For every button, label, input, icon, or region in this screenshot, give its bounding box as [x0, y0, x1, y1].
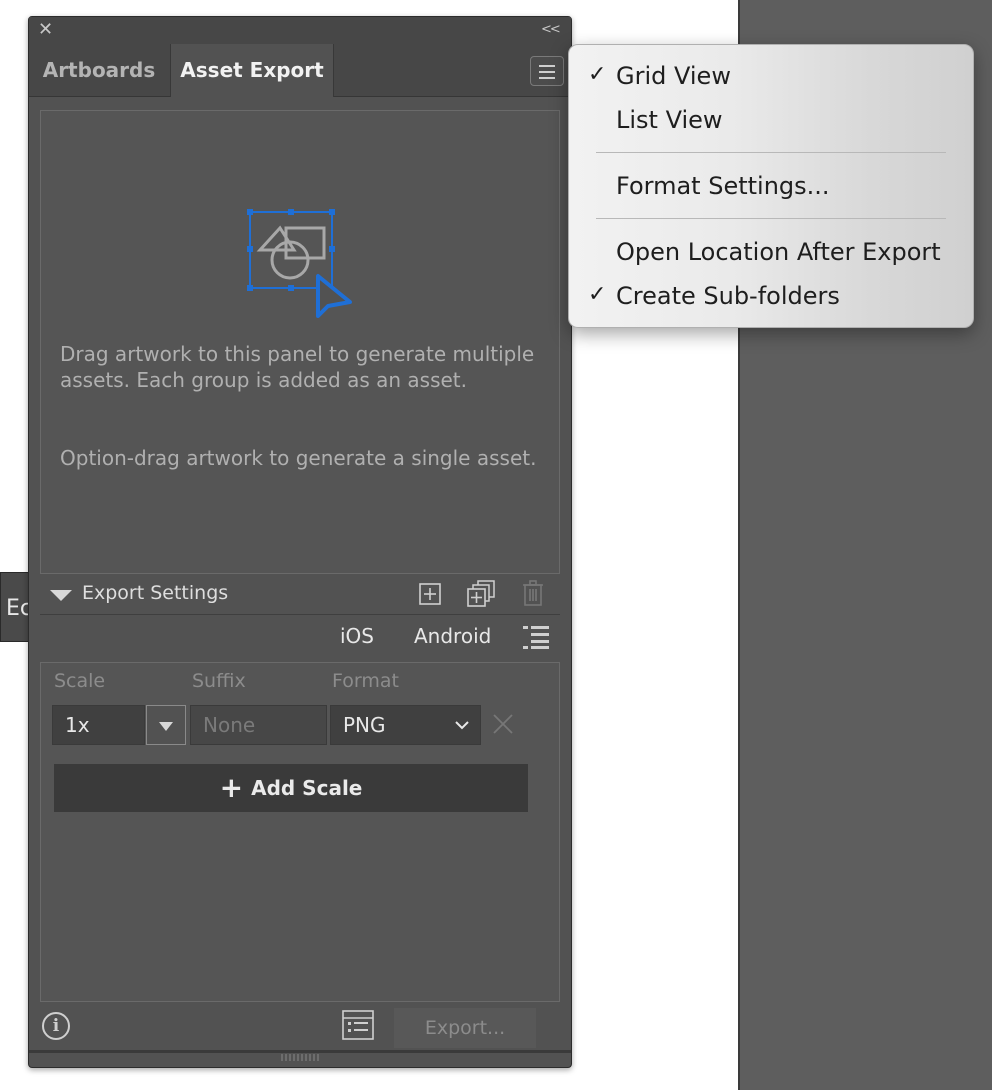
export-for-screens-icon[interactable]: [342, 1010, 374, 1040]
resize-grip-icon[interactable]: [280, 1052, 320, 1062]
format-select[interactable]: PNG: [330, 705, 481, 745]
menu-item-list-view[interactable]: List View: [616, 106, 723, 134]
add-multiple-assets-icon[interactable]: [466, 580, 496, 608]
trash-icon[interactable]: [522, 580, 544, 606]
chevron-down-icon: [455, 721, 469, 730]
checkmark-icon: ✓: [588, 62, 607, 87]
menu-separator: [596, 218, 946, 219]
scale-dropdown-button[interactable]: [146, 705, 186, 745]
close-icon[interactable]: ✕: [38, 20, 53, 40]
suffix-input[interactable]: None: [190, 705, 327, 745]
suffix-column-label: Suffix: [192, 670, 246, 692]
tab-artboards[interactable]: Artboards: [30, 44, 168, 97]
export-settings-label: Export Settings: [82, 582, 229, 604]
divider: [40, 614, 560, 615]
collapse-panel-icon[interactable]: <<: [541, 22, 561, 37]
drag-artwork-icon: [247, 209, 352, 318]
plus-icon: +: [219, 771, 244, 804]
format-column-label: Format: [332, 670, 399, 692]
checkmark-icon: ✓: [588, 282, 607, 307]
menu-item-create-subfolders[interactable]: Create Sub-folders: [616, 282, 840, 310]
drop-instructions-single: Option-drag artwork to generate a single…: [60, 446, 537, 470]
drop-instructions-multiple: Drag artwork to this panel to generate m…: [60, 342, 535, 392]
info-icon[interactable]: i: [42, 1012, 70, 1040]
disclosure-triangle-icon[interactable]: [50, 590, 72, 601]
menu-item-format-settings[interactable]: Format Settings...: [616, 172, 830, 200]
menu-separator: [596, 152, 946, 153]
chevron-down-icon: [159, 722, 173, 731]
add-asset-icon[interactable]: [418, 582, 442, 606]
panel-titlebar: [29, 17, 571, 43]
ios-preset-button[interactable]: iOS: [340, 624, 374, 648]
add-scale-button[interactable]: + Add Scale: [54, 764, 528, 812]
menu-item-grid-view[interactable]: Grid View: [616, 62, 731, 90]
format-select-value: PNG: [343, 713, 386, 737]
scale-column-label: Scale: [54, 670, 106, 692]
add-scale-label: Add Scale: [251, 776, 363, 800]
scale-input[interactable]: 1x: [52, 705, 145, 745]
remove-scale-icon[interactable]: [492, 713, 514, 735]
advanced-settings-icon[interactable]: [522, 624, 550, 650]
tab-asset-export[interactable]: Asset Export: [170, 44, 334, 97]
menu-item-open-location[interactable]: Open Location After Export: [616, 238, 941, 266]
panel-menu-button[interactable]: [530, 56, 564, 86]
export-button[interactable]: Export...: [394, 1008, 536, 1048]
android-preset-button[interactable]: Android: [414, 624, 491, 648]
